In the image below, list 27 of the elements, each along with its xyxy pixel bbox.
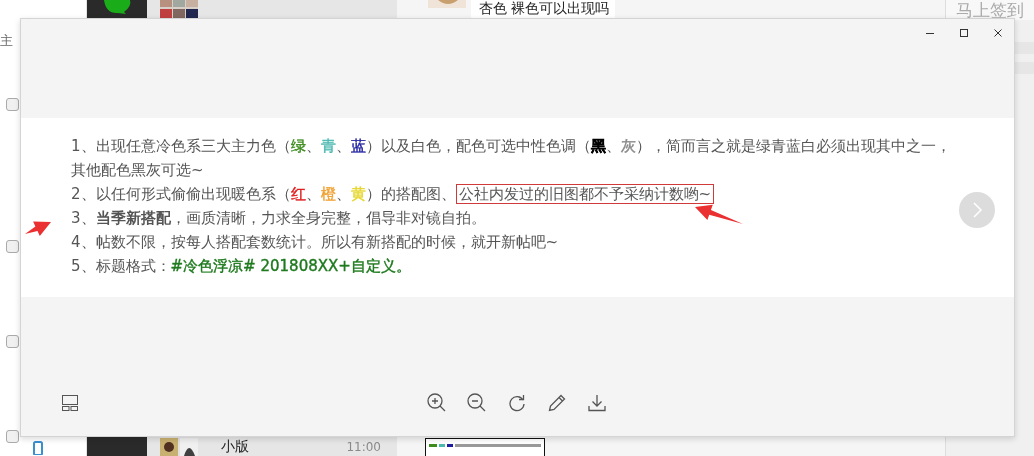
edit-button[interactable] — [546, 393, 567, 413]
chevron-right-icon — [971, 201, 983, 219]
chat-bubble-icon[interactable] — [102, 0, 132, 14]
download-button[interactable] — [586, 393, 607, 413]
chat-message: 杏色 裸色可以出现吗 — [471, 0, 616, 18]
topic-label: 主 — [0, 32, 13, 50]
thumbnail-view-button[interactable] — [60, 393, 80, 413]
checkbox[interactable] — [6, 430, 19, 443]
arrow-drawing — [695, 204, 743, 224]
arrow-drawing — [25, 221, 51, 236]
zoom-in-button[interactable] — [426, 393, 447, 413]
checkbox[interactable] — [6, 240, 19, 253]
image-text-line: 1、出现任意冷色系三大主力色（绿、青、蓝）以及白色，配色可选中性色调（黑、灰），简而言之就是绿青蓝白必须出现其中之一，其他配色黑灰可选~ — [71, 136, 952, 181]
checkbox[interactable] — [6, 98, 19, 111]
maximize-icon — [958, 28, 969, 38]
chat-time: 11:00 — [346, 440, 381, 454]
phone-icon[interactable] — [33, 441, 43, 455]
image-text-line: 5、标题格式：#冷色浮凉# 201808XX+自定义。 — [71, 256, 411, 277]
rotate-button[interactable] — [506, 393, 527, 413]
sign-in-label[interactable]: 马上签到 — [946, 0, 1034, 20]
image-text-line: 2、以任何形式偷偷出现暖色系（红、橙、黄）的搭配图、 公社内发过的旧图都不予采纳计数哟~ — [71, 182, 715, 206]
zoom-out-button[interactable] — [466, 393, 487, 413]
checkbox[interactable] — [6, 335, 19, 348]
chat-name: 小版 — [221, 438, 249, 456]
image-text-line: 3、当季新搭配，画质清晰，力求全身完整，倡导非对镜自拍。 — [71, 208, 486, 229]
close-icon — [992, 28, 1003, 38]
image-text-line: 4、帖数不限，按每人搭配套数统计。所以有新搭配的时候，就开新帖吧~ — [71, 232, 559, 253]
